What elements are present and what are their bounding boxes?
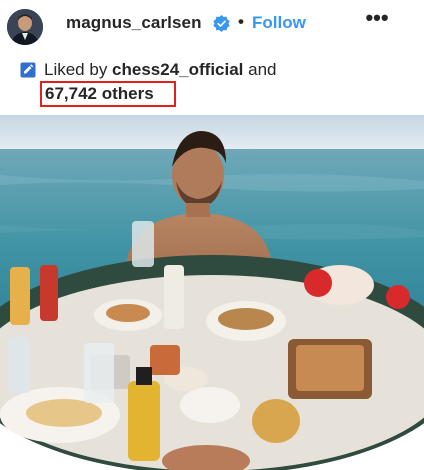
like-icon <box>20 62 36 78</box>
follow-button[interactable]: Follow <box>252 13 306 33</box>
more-options-icon[interactable]: ••• <box>364 7 390 33</box>
post-photo[interactable] <box>0 115 424 470</box>
post-header: magnus_carlsen • Follow ••• <box>0 0 424 52</box>
liked-by-conjunction: and <box>243 60 277 79</box>
likes-count-others[interactable]: 67,742 others <box>45 84 154 104</box>
liker-username[interactable]: chess24_official <box>112 60 243 79</box>
liked-by-prefix: Liked by <box>44 60 113 79</box>
verified-badge-icon <box>213 15 230 32</box>
avatar[interactable] <box>7 9 43 45</box>
username[interactable]: magnus_carlsen <box>66 13 202 33</box>
liked-by-text: Liked by chess24_official and <box>44 60 277 80</box>
separator-dot: • <box>238 12 244 31</box>
